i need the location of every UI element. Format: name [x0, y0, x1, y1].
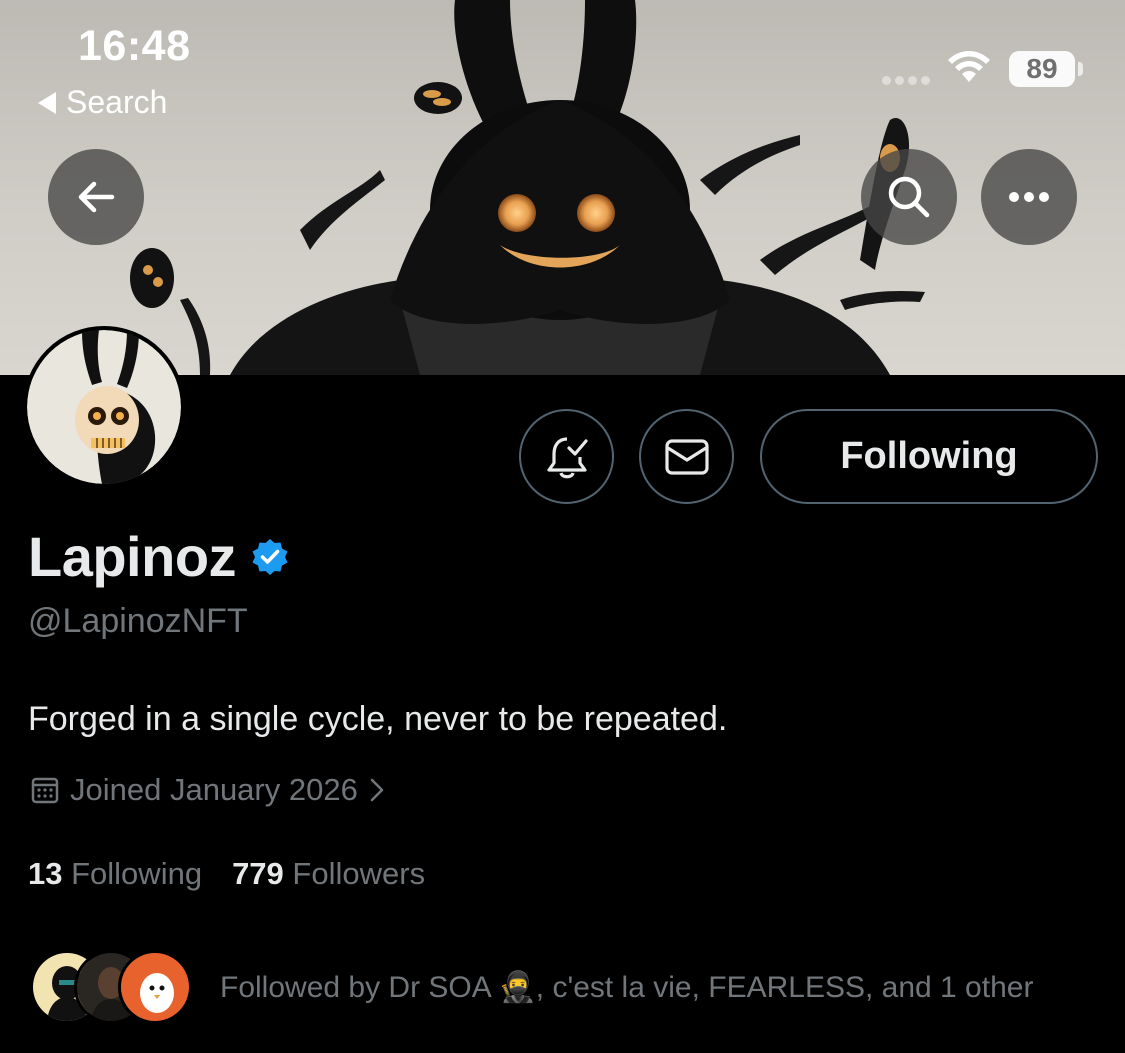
notifications-button[interactable]: [519, 409, 614, 504]
joined-date-row[interactable]: Joined January 2026: [30, 772, 386, 808]
following-stat-link[interactable]: 13 Following: [28, 856, 202, 892]
battery-indicator: 89: [1009, 51, 1083, 87]
back-triangle-icon: [38, 91, 56, 114]
followed-by-row[interactable]: Followed by Dr SOA 🥷, c'est la vie, FEAR…: [30, 950, 1033, 1024]
display-name: Lapinoz: [28, 525, 237, 588]
more-options-button[interactable]: [981, 149, 1077, 245]
followed-by-text: Followed by Dr SOA 🥷, c'est la vie, FEAR…: [220, 970, 1034, 1004]
follower-avatar-3: [118, 950, 192, 1024]
back-to-search-label: Search: [66, 84, 168, 120]
following-button[interactable]: Following: [760, 409, 1098, 504]
profile-bio: Forged in a single cycle, never to be re…: [28, 700, 728, 738]
cellular-signal-icon: [882, 76, 930, 85]
following-label: Following: [71, 856, 203, 891]
status-time: 16:48: [78, 22, 191, 70]
back-to-search-link[interactable]: Search: [38, 84, 167, 121]
chevron-right-icon: [370, 778, 384, 802]
profile-avatar[interactable]: [23, 326, 185, 488]
bird-avatar-image: [121, 953, 189, 1021]
profile-banner[interactable]: 16:48 Search 89: [0, 0, 1125, 375]
back-button[interactable]: [48, 149, 144, 245]
skull-bunny-avatar-image: [27, 330, 181, 484]
search-button[interactable]: [861, 149, 957, 245]
following-count: 13: [28, 856, 63, 891]
search-icon: [888, 176, 930, 218]
followers-label: Followers: [292, 856, 426, 891]
battery-level: 89: [1026, 53, 1058, 84]
wifi-icon: [948, 51, 990, 82]
envelope-icon: [664, 438, 709, 475]
user-handle: @LapinozNFT: [28, 602, 248, 640]
more-horizontal-icon: [1009, 192, 1049, 202]
calendar-icon: [31, 777, 59, 804]
followers-count: 779: [232, 856, 284, 891]
follow-stats: 13 Following 779 Followers: [28, 856, 425, 892]
arrow-left-icon: [78, 181, 115, 213]
followers-stat-link[interactable]: 779 Followers: [232, 856, 425, 892]
bell-check-icon: [546, 436, 588, 478]
verified-badge-icon[interactable]: [250, 537, 290, 577]
profile-name-row: Lapinoz: [28, 524, 290, 589]
message-button[interactable]: [639, 409, 734, 504]
joined-date-text: Joined January 2026: [70, 772, 358, 807]
